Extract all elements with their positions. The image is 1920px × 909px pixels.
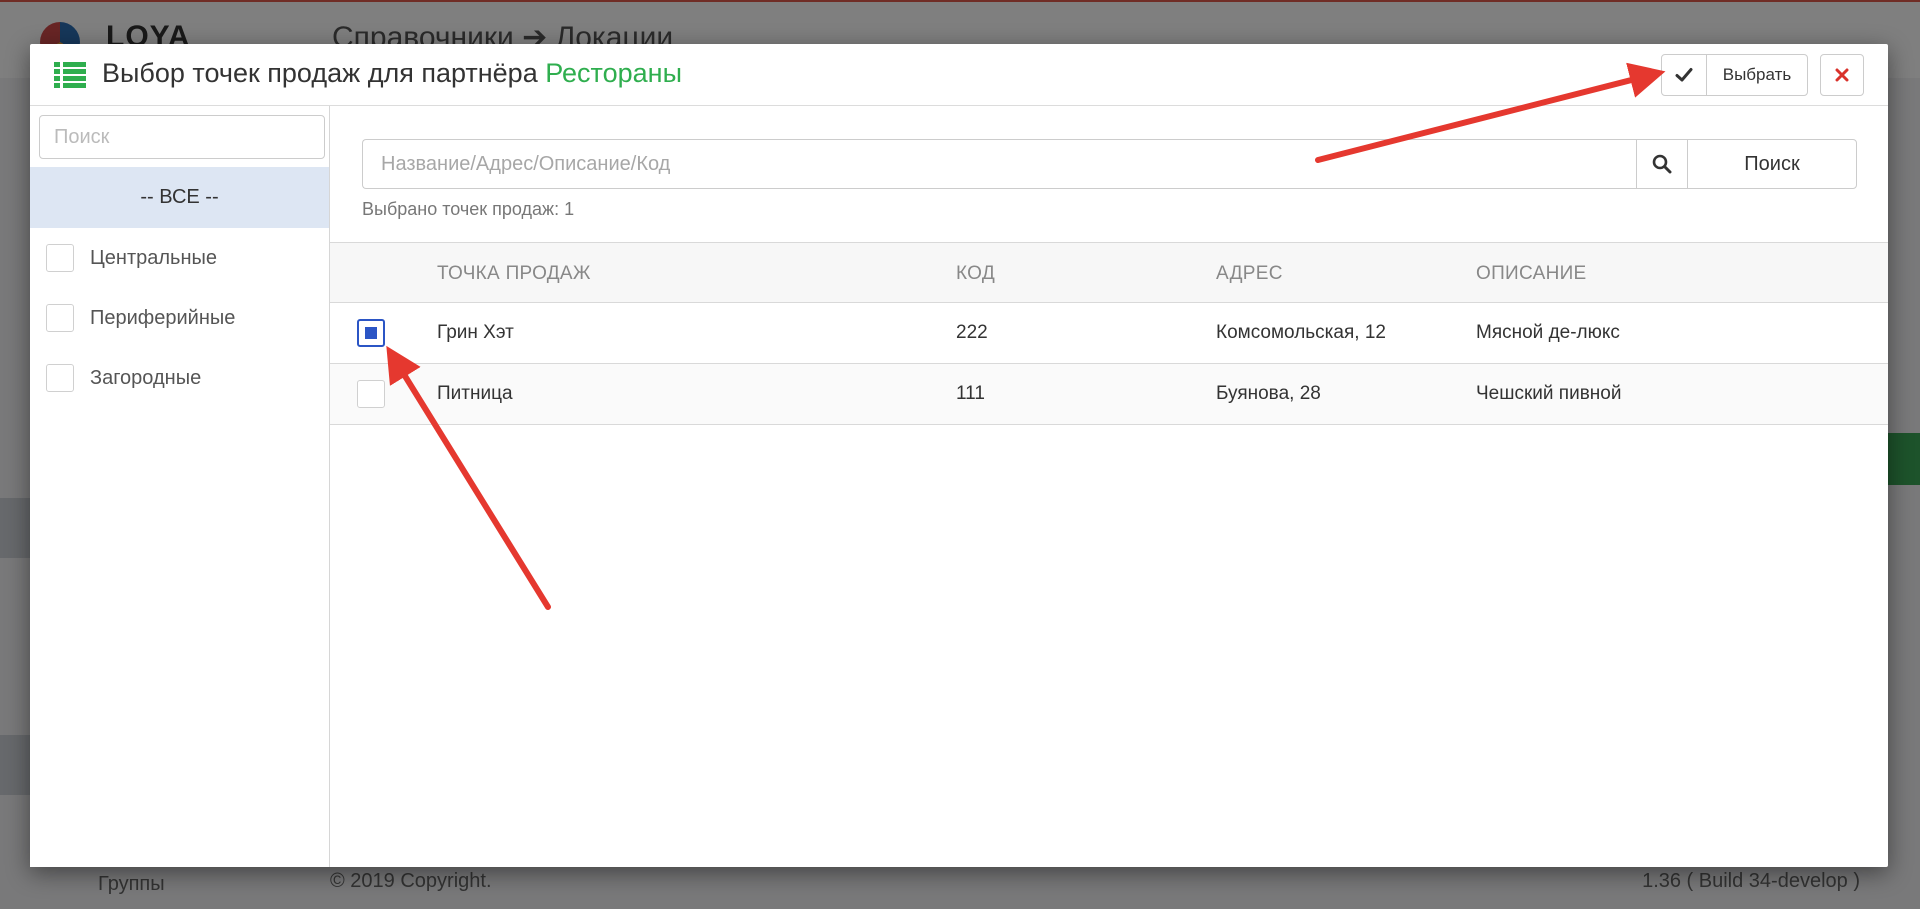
select-button-group: Выбрать <box>1661 54 1808 96</box>
search-button[interactable]: Поиск <box>1687 139 1857 189</box>
group-item-all[interactable]: -- ВСЕ -- <box>30 167 329 228</box>
group-checkbox[interactable] <box>46 364 74 392</box>
group-checkbox[interactable] <box>46 304 74 332</box>
check-icon <box>1675 68 1693 82</box>
row-checkbox[interactable] <box>357 319 385 347</box>
search-input[interactable] <box>362 139 1636 189</box>
group-checkbox[interactable] <box>46 244 74 272</box>
cell-address: Комсомольская, 12 <box>1216 322 1386 343</box>
table-row[interactable]: Грин Хэт 222 Комсомольская, 12 Мясной де… <box>330 303 1888 364</box>
group-item-label: Центральные <box>90 246 218 269</box>
column-header-address: АДРЕС <box>1216 263 1283 284</box>
group-item-peripheral[interactable]: Периферийные <box>30 288 329 348</box>
list-icon <box>54 62 86 88</box>
group-item-label: Загородные <box>90 366 202 389</box>
search-icon <box>1652 154 1672 174</box>
group-item-central[interactable]: Центральные <box>30 228 329 288</box>
row-checkbox[interactable] <box>357 380 385 408</box>
group-item-suburban[interactable]: Загородные <box>30 348 329 408</box>
column-header-name: ТОЧКА ПРОДАЖ <box>437 263 591 284</box>
search-icon-button[interactable] <box>1636 139 1688 189</box>
select-points-of-sale-modal: Выбор точек продаж для партнёра Ресторан… <box>30 44 1888 867</box>
modal-title-text: Выбор точек продаж для партнёра <box>102 58 546 88</box>
column-header-description: ОПИСАНИЕ <box>1476 263 1587 284</box>
cell-description: Чешский пивной <box>1476 383 1622 404</box>
confirm-check-button[interactable] <box>1662 55 1707 95</box>
cell-address: Буянова, 28 <box>1216 383 1321 404</box>
points-of-sale-panel: Поиск Выбрано точек продаж: 1 ТОЧКА ПРОД… <box>330 106 1888 867</box>
table-row[interactable]: Питница 111 Буянова, 28 Чешский пивной <box>330 364 1888 425</box>
group-search-input[interactable] <box>39 115 325 159</box>
modal-title: Выбор точек продаж для партнёра Ресторан… <box>102 58 682 89</box>
points-of-sale-table: ТОЧКА ПРОДАЖ КОД АДРЕС ОПИСАНИЕ Грин Хэт… <box>330 242 1888 425</box>
groups-panel: -- ВСЕ -- Центральные Периферийные Загор… <box>30 106 330 867</box>
group-item-label: Периферийные <box>90 306 236 329</box>
close-icon <box>1835 68 1849 82</box>
cell-name: Питница <box>437 383 513 404</box>
cell-name: Грин Хэт <box>437 322 514 343</box>
select-button[interactable]: Выбрать <box>1707 55 1807 95</box>
close-button[interactable] <box>1820 54 1864 96</box>
cell-code: 111 <box>956 383 985 404</box>
column-header-code: КОД <box>956 263 995 284</box>
selected-count: Выбрано точек продаж: 1 <box>362 199 575 219</box>
partner-name: Рестораны <box>545 58 682 88</box>
modal-header: Выбор точек продаж для партнёра Ресторан… <box>30 44 1888 106</box>
table-header: ТОЧКА ПРОДАЖ КОД АДРЕС ОПИСАНИЕ <box>330 242 1888 303</box>
cell-description: Мясной де-люкс <box>1476 322 1620 343</box>
cell-code: 222 <box>956 322 988 343</box>
